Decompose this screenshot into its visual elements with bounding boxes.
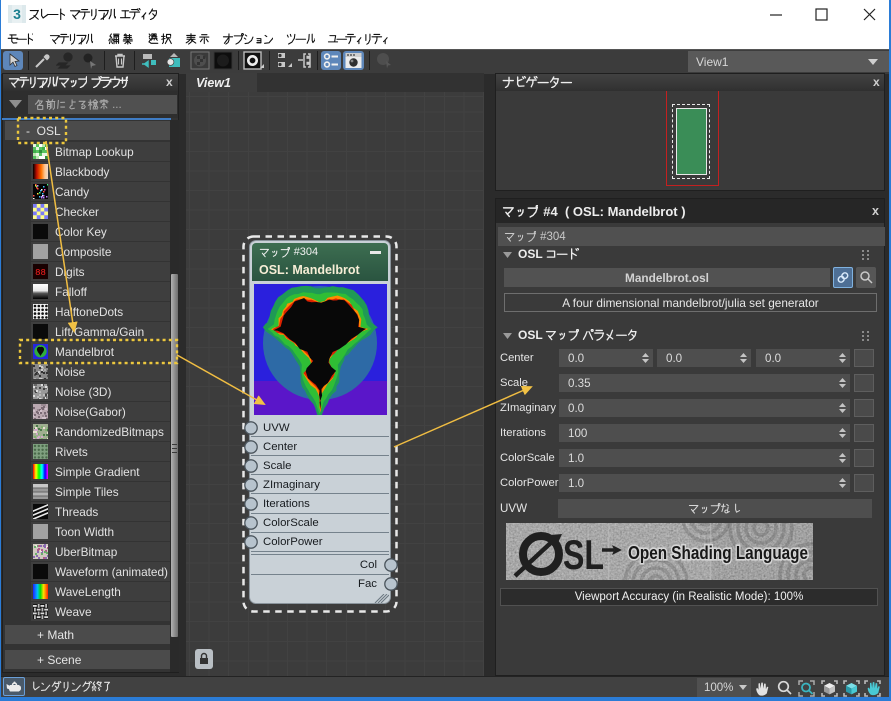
svg-text:Open Shading Language: Open Shading Language xyxy=(628,542,808,563)
svg-text:SL: SL xyxy=(563,531,604,578)
svg-text:88: 88 xyxy=(35,268,46,278)
svg-text:3: 3 xyxy=(13,6,21,22)
